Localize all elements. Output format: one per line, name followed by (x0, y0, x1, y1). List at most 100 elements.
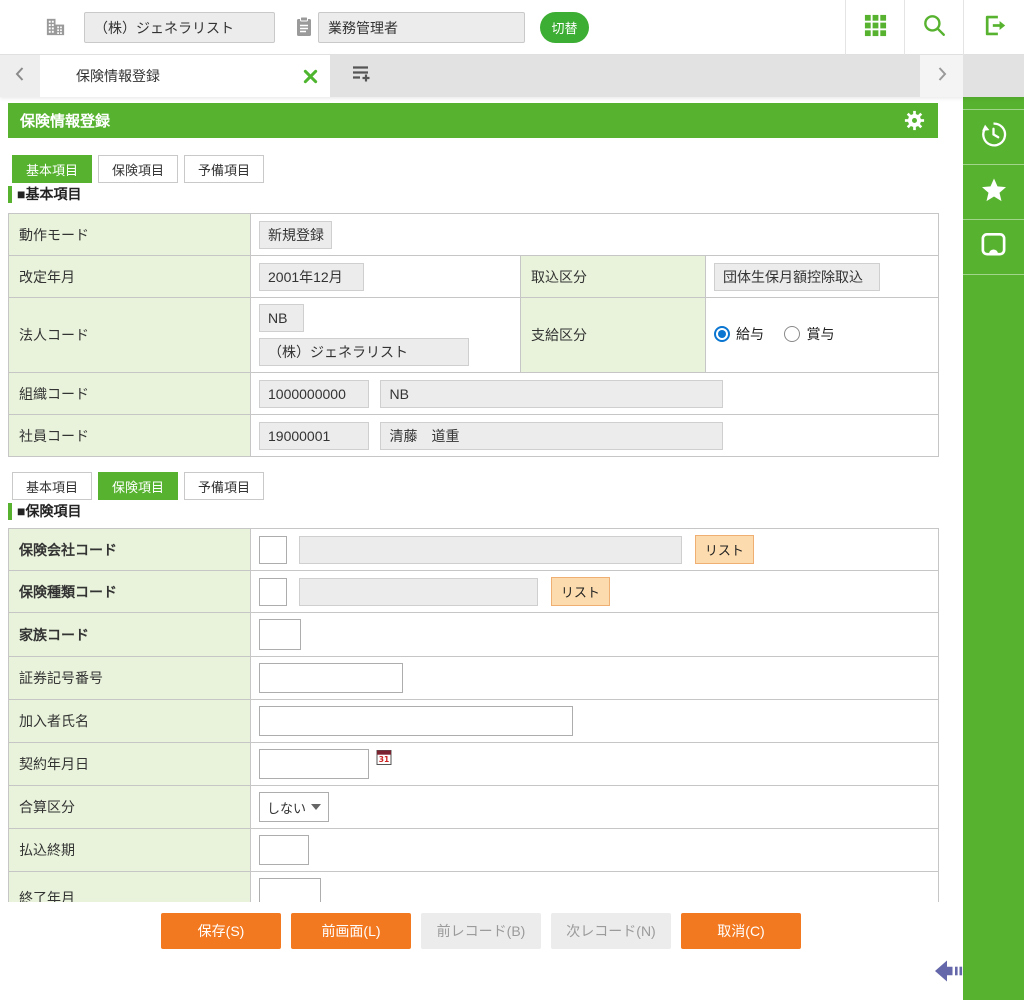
search-icon (921, 12, 947, 43)
row-family-code: 家族コード (9, 613, 939, 657)
search-button[interactable] (904, 0, 963, 55)
tab-close-icon[interactable] (303, 69, 318, 84)
svg-text:31: 31 (379, 755, 389, 764)
operation-mode-value: 新規登録 (259, 221, 332, 249)
sum-kbn-selected-value: しない (267, 798, 306, 817)
history-button[interactable] (963, 110, 1024, 165)
insurance-company-name-box (299, 536, 682, 564)
tab-scroll-right-button[interactable] (920, 55, 963, 97)
star-icon (979, 175, 1009, 210)
favorites-button[interactable] (963, 165, 1024, 220)
family-code-label: 家族コード (9, 613, 251, 657)
cancel-button[interactable]: 取消(C) (681, 913, 801, 949)
screen-title-bar: 保険情報登録 (8, 103, 938, 138)
right-sidebar (963, 55, 1024, 1000)
select-dropdown-icon (311, 804, 321, 810)
radio-label-salary: 給与 (736, 324, 764, 344)
apps-menu-button[interactable] (845, 0, 904, 55)
row-payment-end: 払込終期 (9, 829, 939, 872)
row-insurance-type: 保険種類コード リスト (9, 571, 939, 613)
tab-bar: 保険情報登録 (0, 55, 1024, 97)
prev-screen-button[interactable]: 前画面(L) (291, 913, 411, 949)
end-ym-label: 終了年月 (9, 872, 251, 903)
insurance-type-code-input[interactable] (259, 578, 287, 606)
corp-code-label: 法人コード (9, 298, 251, 373)
prev-record-button[interactable]: 前レコード(B) (421, 913, 541, 949)
row-operation-mode: 動作モード 新規登録 (9, 214, 939, 256)
role-input[interactable] (318, 12, 525, 43)
supply-radio-salary[interactable]: 給与 (714, 324, 764, 344)
company-input[interactable] (84, 12, 275, 43)
row-member-name: 加入者氏名 (9, 700, 939, 743)
tab-basic-items-2[interactable]: 基本項目 (12, 472, 92, 500)
radio-label-bonus: 賞与 (806, 324, 834, 344)
logout-button[interactable] (963, 0, 1024, 55)
insurance-type-list-button[interactable]: リスト (551, 577, 610, 606)
operation-mode-label: 動作モード (9, 214, 251, 256)
row-emp-code: 社員コード 19000001 清藤 道重 (9, 415, 939, 457)
member-name-input[interactable] (259, 706, 573, 736)
member-name-label: 加入者氏名 (9, 700, 251, 743)
row-policy-number: 証券記号番号 (9, 657, 939, 700)
tab-insurance-registration[interactable]: 保険情報登録 (40, 55, 330, 97)
org-code-label: 組織コード (9, 373, 251, 415)
screen-title: 保険情報登録 (20, 110, 903, 131)
basic-form: 動作モード 新規登録 改定年月 2001年12月 取込区分 団体生保月額控除取込… (8, 213, 939, 457)
header-actions (845, 0, 1024, 55)
insurance-company-code-input[interactable] (259, 536, 287, 564)
tab-scroll-left-button[interactable] (0, 55, 40, 97)
emp-code-label: 社員コード (9, 415, 251, 457)
sum-kbn-select[interactable]: しない (259, 792, 329, 822)
row-revision: 改定年月 2001年12月 取込区分 団体生保月額控除取込 (9, 256, 939, 298)
calendar-icon[interactable]: 31 (376, 749, 393, 771)
settings-gear-icon[interactable] (903, 109, 926, 132)
insurance-company-label: 保険会社コード (9, 529, 251, 571)
policy-number-input[interactable] (259, 663, 403, 693)
supply-kbn-label: 支給区分 (521, 298, 706, 373)
contract-date-input[interactable] (259, 749, 369, 779)
radio-unselected-icon (784, 326, 800, 342)
tab-insurance-items[interactable]: 保険項目 (98, 155, 178, 183)
row-end-ym: 終了年月 (9, 872, 939, 903)
supply-radio-bonus[interactable]: 賞与 (784, 324, 834, 344)
tab-reserve-items-2[interactable]: 予備項目 (184, 472, 264, 500)
role-icon (294, 16, 314, 43)
org-code-value: 1000000000 (259, 380, 369, 408)
tab-label: 保険情報登録 (76, 66, 303, 86)
insurance-form: 保険会社コード リスト 保険種類コード リスト 家族コード 証券記号番号 加入者… (8, 528, 940, 902)
add-tab-button[interactable] (340, 55, 382, 97)
revision-label: 改定年月 (9, 256, 251, 298)
add-tab-icon (351, 63, 372, 89)
chevron-left-icon (12, 64, 28, 89)
insurance-form-table: 保険会社コード リスト 保険種類コード リスト 家族コード 証券記号番号 加入者… (8, 528, 939, 902)
tab-basic-items[interactable]: 基本項目 (12, 155, 92, 183)
save-button[interactable]: 保存(S) (161, 913, 281, 949)
basic-form-table: 動作モード 新規登録 改定年月 2001年12月 取込区分 団体生保月額控除取込… (8, 213, 939, 457)
insurance-type-name-box (299, 578, 538, 606)
row-corp-code: 法人コード NB （株）ジェネラリスト 支給区分 給与 賞与 (9, 298, 939, 373)
memo-tray-button[interactable] (963, 220, 1024, 275)
tab-insurance-items-2[interactable]: 保険項目 (98, 472, 178, 500)
row-insurance-company: 保険会社コード リスト (9, 529, 939, 571)
history-clock-icon (979, 120, 1008, 154)
company-icon (44, 15, 67, 43)
switch-button[interactable]: 切替 (540, 12, 589, 43)
next-record-button[interactable]: 次レコード(N) (551, 913, 671, 949)
policy-number-label: 証券記号番号 (9, 657, 251, 700)
corp-name-value: （株）ジェネラリスト (259, 338, 469, 366)
end-ym-input[interactable] (259, 878, 321, 902)
payment-end-label: 払込終期 (9, 829, 251, 872)
family-code-input[interactable] (259, 619, 301, 650)
chevron-right-icon (934, 64, 950, 89)
collapse-panel-arrow-icon[interactable] (934, 958, 964, 989)
footer-action-buttons: 保存(S) 前画面(L) 前レコード(B) 次レコード(N) 取消(C) (161, 913, 801, 949)
insurance-company-list-button[interactable]: リスト (695, 535, 754, 564)
apps-grid-icon (863, 13, 888, 43)
top-header: 切替 (0, 0, 1024, 55)
payment-end-input[interactable] (259, 835, 309, 865)
basic-section-heading: ■基本項目 (8, 184, 81, 204)
memo-tray-icon (979, 230, 1008, 264)
tab-reserve-items[interactable]: 予備項目 (184, 155, 264, 183)
insurance-type-label: 保険種類コード (9, 571, 251, 613)
row-sum-kbn: 合算区分 しない (9, 786, 939, 829)
